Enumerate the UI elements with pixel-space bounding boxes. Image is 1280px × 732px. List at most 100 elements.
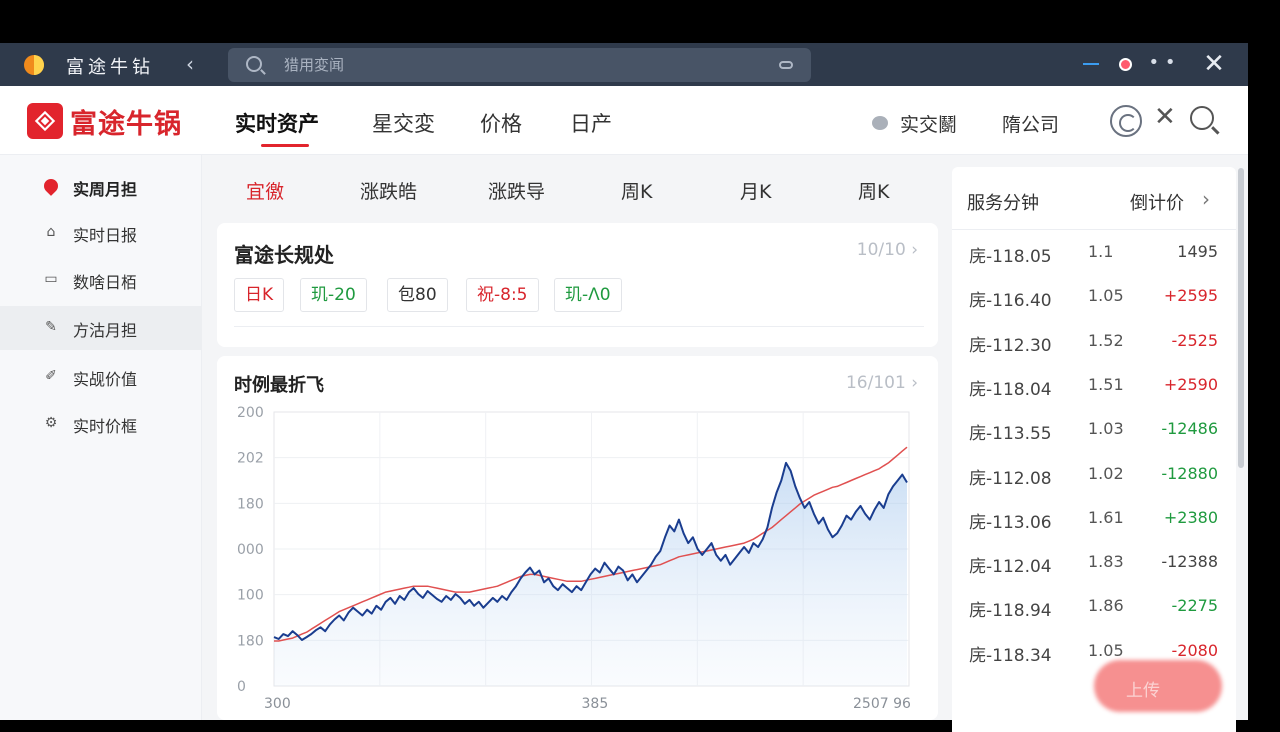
quote-name: 庑-113.55	[969, 424, 1052, 445]
sidebar-item-4[interactable]: ✎ 方沽月担	[0, 306, 202, 350]
y-tick-label: 000	[237, 542, 264, 558]
quote-name: 庑-116.40	[969, 291, 1052, 312]
quote-ratio: 1.52	[1088, 330, 1124, 350]
quote-ratio: 1.05	[1088, 640, 1124, 660]
summary-card-title: 富途长规处	[234, 243, 334, 267]
subtab-monthly-k[interactable]: 月K	[740, 177, 771, 204]
link-icon[interactable]	[779, 61, 793, 69]
x-tick-label: 300	[264, 696, 291, 712]
quote-name: 庑-118.04	[969, 379, 1052, 400]
subtab-weekly-k[interactable]: 周K	[621, 177, 652, 204]
status-indicator-icon	[872, 116, 888, 130]
quote-ratio: 1.05	[1088, 286, 1124, 306]
chip-1[interactable]: 日K	[234, 278, 285, 312]
active-tab-indicator	[261, 144, 309, 147]
quote-change: -12880	[1161, 463, 1218, 483]
refresh-icon[interactable]	[1110, 105, 1142, 137]
chevron-right-icon[interactable]: ›	[1202, 187, 1210, 211]
quote-row[interactable]: 庑-116.40 1.05 +2595	[952, 274, 1236, 318]
sidebar-item-1[interactable]: 实周月担	[0, 165, 202, 209]
quote-ratio: 1.1	[1088, 242, 1114, 261]
sidebar-item-5[interactable]: ✐ 实觇价值	[0, 355, 202, 399]
subtab-weekly-k-2[interactable]: 周K	[858, 177, 889, 204]
nav-tab-4[interactable]: 日产	[570, 108, 612, 138]
app-logo-icon	[24, 55, 44, 75]
subtab-3[interactable]: 涨跌导	[488, 177, 545, 204]
scrollbar[interactable]	[1238, 168, 1244, 468]
price-line-chart[interactable]: 200 202 180 000 100 180 0 300 385 2507 96	[217, 356, 938, 720]
y-tick-label: 180	[237, 633, 264, 649]
subtabs-bar: 宜徼 涨跌皓 涨跌导 周K 月K 周K	[202, 163, 950, 213]
quote-change: -2080	[1171, 640, 1219, 660]
quote-row[interactable]: 庑-112.04 1.83 -12388	[952, 540, 1236, 584]
y-tick-label: 100	[237, 588, 264, 604]
quote-list-panel: 服务分钟 倒计价 › 庑-118.05 1.1 1495 庑-116.40 1.05 +2…	[952, 167, 1236, 732]
minimize-button[interactable]	[1073, 43, 1109, 86]
summary-card-pagination[interactable]: 10/10 ›	[857, 240, 918, 260]
quote-row[interactable]: 庑-118.05 1.1 1495	[952, 230, 1236, 274]
back-chevron-icon[interactable]: ‹	[186, 52, 194, 76]
nav-tab-realtime-assets[interactable]: 实时资产	[235, 108, 319, 138]
y-tick-label: 180	[237, 496, 264, 512]
quote-ratio: 1.02	[1088, 463, 1124, 483]
search-icon-nav[interactable]	[1190, 106, 1214, 130]
brand-logo-text: 富途牛锅	[70, 109, 182, 140]
sidebar-item-6[interactable]: ⚙ 实时价框	[0, 402, 202, 446]
x-tick-label: 2507 96	[853, 696, 911, 712]
sidebar-item-label: 实时价框	[73, 417, 138, 436]
quote-row[interactable]: 庑-113.06 1.61 +2380	[952, 496, 1236, 540]
quote-row[interactable]: 庑-118.04 1.51 +2590	[952, 363, 1236, 407]
chip-4[interactable]: 祝-8:5	[466, 278, 539, 312]
close-icon[interactable]: ✕	[1154, 102, 1176, 132]
quote-ratio: 1.83	[1088, 552, 1124, 572]
y-tick-label: 0	[237, 679, 246, 695]
chip-5[interactable]: 玑-Λ0	[554, 278, 622, 312]
quote-row[interactable]: 庑-112.30 1.52 -2525	[952, 319, 1236, 363]
chip-3[interactable]: 包80	[387, 278, 448, 312]
sidebar-item-2[interactable]: ⌂ 实时日报	[0, 211, 202, 255]
subtab-1[interactable]: 宜徼	[246, 177, 284, 204]
nav-tab-2[interactable]: 星交変	[372, 108, 435, 138]
quote-name: 庑-118.34	[969, 645, 1052, 666]
quote-ratio: 1.86	[1088, 596, 1124, 616]
nav-right-item-1[interactable]: 实交鬭	[900, 110, 957, 137]
quote-name: 庑-112.08	[969, 468, 1052, 489]
x-tick-label: 385	[582, 696, 609, 712]
quote-change: +2380	[1163, 507, 1218, 527]
search-bar[interactable]	[228, 48, 811, 82]
quote-ratio: 1.61	[1088, 507, 1124, 527]
quote-row[interactable]: 庑-118.94 1.86 -2275	[952, 584, 1236, 628]
sidebar-item-3[interactable]: ▭ 数啥日栢	[0, 258, 202, 302]
record-button[interactable]	[1108, 43, 1144, 86]
calendar-icon: ▭	[44, 271, 58, 287]
quote-row[interactable]: 庑-112.08 1.02 -12880	[952, 452, 1236, 496]
quote-row[interactable]: 庑-113.55 1.03 -12486	[952, 407, 1236, 451]
panel-header-right[interactable]: 倒计价	[1130, 189, 1184, 215]
sidebar-item-label: 实周月担	[73, 180, 138, 199]
edit-icon: ✎	[45, 319, 57, 335]
sidebar-item-label: 方沽月担	[73, 321, 138, 340]
quote-change: -2275	[1171, 596, 1219, 616]
quote-ratio: 1.03	[1088, 419, 1124, 439]
close-window-button[interactable]: ✕	[1196, 43, 1232, 86]
quote-name: 庑-113.06	[969, 512, 1052, 533]
more-options-button[interactable]: • •	[1144, 43, 1180, 86]
sidebar-item-label: 数啥日栢	[73, 273, 138, 292]
quote-change: 1495	[1177, 242, 1218, 261]
y-tick-label: 200	[237, 405, 264, 421]
floating-action-label: 上传	[1126, 681, 1160, 701]
quote-change: -12486	[1161, 419, 1218, 439]
search-icon	[246, 56, 262, 72]
sidebar: 实周月担 ⌂ 实时日报 ▭ 数啥日栢 ✎ 方沽月担 ✐ 实觇价值 ⚙ 实时价框	[0, 155, 202, 720]
home-icon: ⌂	[46, 224, 56, 240]
nav-tab-price[interactable]: 价格	[480, 108, 522, 138]
chip-2[interactable]: 玑-20	[300, 278, 367, 312]
summary-card: 富途长规处 10/10 › 日K 玑-20 包80 祝-8:5 玑-Λ0	[217, 223, 938, 347]
sidebar-item-label: 实觇价值	[73, 370, 138, 389]
subtab-2[interactable]: 涨跌皓	[360, 177, 417, 204]
quote-change: +2595	[1163, 286, 1218, 306]
search-input[interactable]	[284, 55, 764, 75]
quote-name: 庑-118.05	[969, 247, 1052, 267]
nav-right-item-2[interactable]: 隋公司	[1002, 110, 1059, 137]
quote-change: +2590	[1163, 374, 1218, 394]
